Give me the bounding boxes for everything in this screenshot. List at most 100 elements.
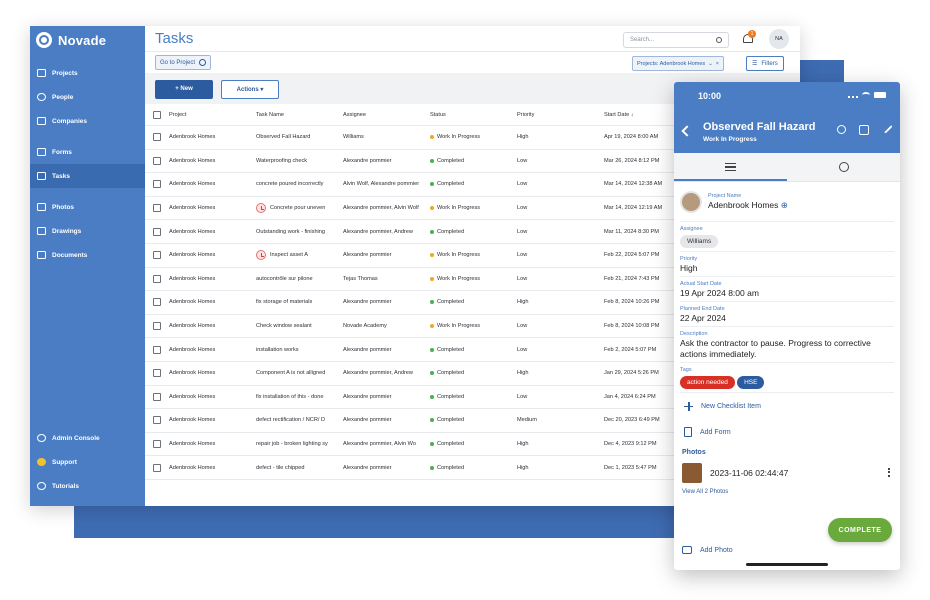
sidebar-item-documents[interactable]: Documents: [30, 243, 145, 267]
field-label: Planned End Date: [680, 306, 725, 312]
sidebar-item-admin-console[interactable]: Admin Console: [30, 426, 145, 450]
cell-task-name[interactable]: defect - tile chipped: [256, 465, 343, 471]
column-header-task-name[interactable]: Task Name: [256, 112, 343, 118]
project-field[interactable]: Project Name Adenbrook Homes ⊕: [680, 182, 894, 222]
cell-task-name[interactable]: Outstanding work - finishing: [256, 229, 343, 235]
avatar[interactable]: NA: [769, 29, 789, 49]
add-photo-button[interactable]: Add Photo: [682, 546, 733, 554]
complete-button[interactable]: COMPLETE: [828, 518, 892, 542]
tab-history[interactable]: [787, 153, 900, 181]
sidebar-item-tasks[interactable]: Tasks: [30, 164, 145, 188]
actions-button[interactable]: Actions ▾: [221, 79, 279, 99]
row-checkbox[interactable]: [153, 274, 161, 283]
new-checklist-item-button[interactable]: New Checklist Item: [680, 393, 894, 419]
column-header-start-date[interactable]: Start Date ↓: [604, 112, 674, 118]
tag-chip[interactable]: action needed: [680, 376, 735, 390]
cell-task-name[interactable]: Component A is not alligned: [256, 370, 343, 376]
cell-priority: High: [517, 464, 529, 471]
sidebar-item-drawings[interactable]: Drawings: [30, 219, 145, 243]
brand[interactable]: Novade: [30, 26, 145, 54]
cell-project: Adenbrook Homes: [169, 464, 216, 471]
sidebar-item-people[interactable]: People: [30, 85, 145, 109]
sidebar-item-projects[interactable]: Projects: [30, 61, 145, 85]
add-form-button[interactable]: Add Form: [680, 419, 894, 445]
cell-assignee: Tejas Thomas: [343, 275, 378, 282]
notification-bell-icon[interactable]: 1: [742, 30, 756, 45]
tab-details[interactable]: [674, 153, 787, 181]
more-vert-icon[interactable]: [888, 468, 890, 478]
cell-task-name[interactable]: defect rectification / NCR/ D: [256, 417, 343, 423]
tag-chip[interactable]: HSE: [737, 376, 765, 390]
row-checkbox[interactable]: [153, 345, 161, 354]
cell-task-name[interactable]: concrete poured incorrectly: [256, 181, 343, 187]
task-name-text: autocontrôle sur pilone: [256, 275, 313, 282]
row-checkbox[interactable]: [153, 440, 161, 449]
row-checkbox[interactable]: [153, 204, 161, 213]
cell-task-name[interactable]: Inspect asset A: [256, 250, 343, 261]
row-checkbox[interactable]: [153, 416, 161, 425]
column-header-assignee[interactable]: Assignee: [343, 112, 430, 118]
notification-badge: 1: [748, 30, 756, 38]
cell-assignee: Alexandre pommier: [343, 417, 392, 424]
row-checkbox[interactable]: [153, 298, 161, 307]
go-to-project-button[interactable]: Go to Project: [155, 55, 212, 70]
row-checkbox[interactable]: [153, 392, 161, 401]
sidebar-item-companies[interactable]: Companies: [30, 109, 145, 133]
close-icon[interactable]: ×: [716, 61, 719, 67]
filters-button[interactable]: ☰ Filters: [746, 56, 784, 71]
row-checkbox[interactable]: [153, 133, 161, 142]
sidebar-item-forms[interactable]: Forms: [30, 140, 145, 164]
row-checkbox[interactable]: [153, 180, 161, 189]
cell-priority: Low: [517, 393, 528, 400]
column-header-project[interactable]: Project: [169, 112, 256, 118]
new-checklist-label: New Checklist Item: [701, 402, 761, 410]
cell-priority: Low: [517, 275, 528, 282]
row-checkbox[interactable]: [153, 369, 161, 378]
view-all-photos-link[interactable]: View All 2 Photos: [680, 489, 894, 495]
cell-task-name[interactable]: autocontrôle sur pilone: [256, 276, 343, 282]
row-checkbox[interactable]: [153, 322, 161, 331]
cell-task-name[interactable]: repair job - broken lighting sy: [256, 441, 343, 447]
share-icon[interactable]: [837, 125, 846, 134]
project-filter-chip[interactable]: Projects: Adenbrook Homes ⌄ ×: [632, 56, 725, 71]
status-text: Completed: [437, 181, 465, 188]
column-header-priority[interactable]: Priority: [517, 112, 604, 118]
arrow-circle-icon[interactable]: ⊕: [781, 200, 788, 210]
select-all-checkbox[interactable]: [153, 110, 161, 119]
search-input[interactable]: Search...: [623, 32, 729, 48]
cell-project: Adenbrook Homes: [169, 299, 216, 306]
cell-project: Adenbrook Homes: [169, 275, 216, 282]
column-header-status[interactable]: Status: [430, 112, 517, 118]
sidebar-item-label: Support: [52, 458, 77, 466]
cell-task-name[interactable]: Observed Fall Hazard: [256, 134, 343, 140]
chevron-down-icon[interactable]: ⌄: [708, 61, 713, 67]
tags-field: Tags action needed HSE: [680, 363, 894, 394]
cell-start-date: Jan 4, 2024 6:24 PM: [604, 393, 656, 400]
sidebar-item-photos[interactable]: Photos: [30, 195, 145, 219]
report-icon[interactable]: [859, 125, 869, 135]
photo-item[interactable]: 2023-11-06 02:44:47: [680, 460, 894, 486]
cell-task-name[interactable]: Check window sealant: [256, 323, 343, 329]
assignee-chip[interactable]: Williams: [680, 235, 719, 248]
cell-start-date: Dec 1, 2023 5:47 PM: [604, 464, 657, 471]
cell-task-name[interactable]: fix installation of this - done: [256, 394, 343, 400]
cell-task-name[interactable]: installation works: [256, 347, 343, 353]
mobile-header: 10:00 Observed Fall Hazard Work In Progr…: [674, 82, 900, 153]
cell-task-name[interactable]: Waterproofing check: [256, 158, 343, 164]
new-button[interactable]: + New: [155, 79, 213, 99]
sidebar-item-support[interactable]: Support: [30, 450, 145, 474]
row-checkbox[interactable]: [153, 227, 161, 236]
cell-task-name[interactable]: Concrete pour uneven: [256, 203, 343, 214]
project-filter-label: Projects: Adenbrook Homes: [637, 60, 706, 67]
row-checkbox[interactable]: [153, 463, 161, 472]
row-checkbox[interactable]: [153, 156, 161, 165]
cell-start-date: Feb 2, 2024 5:07 PM: [604, 346, 657, 353]
row-checkbox[interactable]: [153, 251, 161, 260]
sidebar-item-label: Tasks: [52, 172, 70, 180]
edit-icon[interactable]: [881, 122, 893, 134]
page-title: Tasks: [155, 30, 194, 47]
cell-task-name[interactable]: fix storage of materials: [256, 299, 343, 305]
back-arrow-icon[interactable]: [681, 125, 693, 137]
history-icon: [838, 162, 849, 172]
sidebar-item-tutorials[interactable]: Tutorials: [30, 474, 145, 498]
